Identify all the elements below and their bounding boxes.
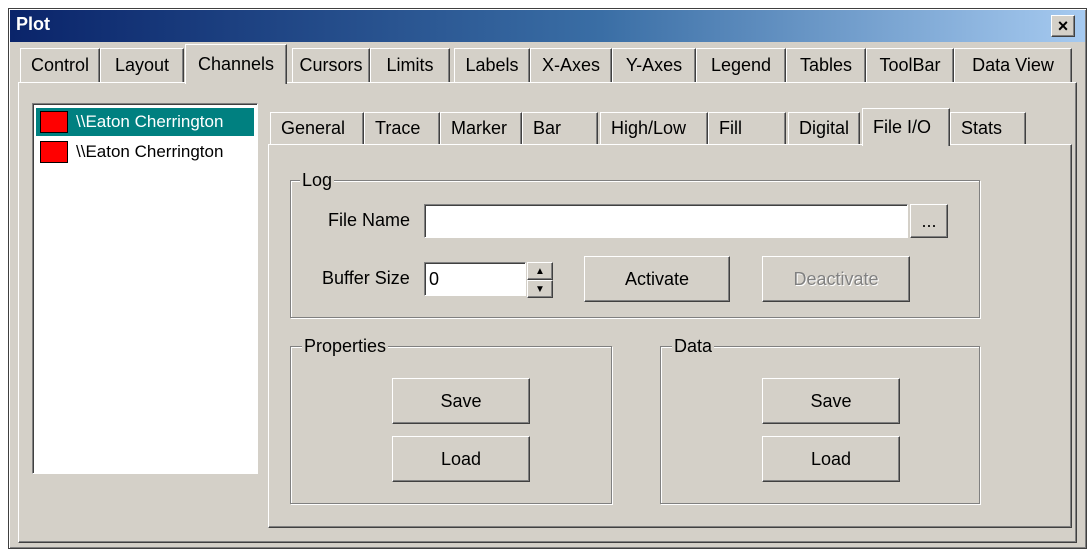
- properties-group-label: Properties: [302, 336, 389, 357]
- buffer-size-down-button[interactable]: ▼: [527, 280, 553, 298]
- tab-legend[interactable]: Legend: [696, 48, 786, 82]
- data-save-button[interactable]: Save: [762, 378, 900, 424]
- spin-up-icon: ▲: [535, 265, 545, 277]
- channel-label: \\Eaton Cherrington: [76, 142, 224, 161]
- tab-fill[interactable]: Fill: [708, 112, 786, 144]
- tab-bar[interactable]: Bar: [522, 112, 598, 144]
- tab-limits[interactable]: Limits: [370, 48, 450, 82]
- tab-labels[interactable]: Labels: [454, 48, 530, 82]
- ellipsis-icon: ...: [921, 210, 937, 231]
- tab-high-low[interactable]: High/Low: [600, 112, 708, 144]
- tab-trace[interactable]: Trace: [364, 112, 440, 144]
- title-bar[interactable]: [10, 10, 1085, 42]
- activate-button[interactable]: Activate: [584, 256, 730, 302]
- tab-file-io[interactable]: File I/O: [862, 108, 950, 146]
- close-icon: ×: [1057, 15, 1069, 36]
- channel-color-swatch: [40, 111, 68, 133]
- tab-data-view[interactable]: Data View: [954, 48, 1072, 82]
- tab-tables[interactable]: Tables: [786, 48, 866, 82]
- log-group-label: Log: [300, 170, 335, 191]
- data-group-label: Data: [672, 336, 715, 357]
- properties-load-button[interactable]: Load: [392, 436, 530, 482]
- tab-toolbar[interactable]: ToolBar: [866, 48, 954, 82]
- tab-control[interactable]: Control: [20, 48, 100, 82]
- buffer-size-label: Buffer Size: [322, 268, 410, 288]
- buffer-size-field[interactable]: 0: [424, 262, 526, 296]
- buffer-size-up-button[interactable]: ▲: [527, 262, 553, 280]
- properties-save-button[interactable]: Save: [392, 378, 530, 424]
- data-load-button[interactable]: Load: [762, 436, 900, 482]
- channel-color-swatch: [40, 141, 68, 163]
- browse-button[interactable]: ...: [910, 204, 948, 238]
- close-button[interactable]: ×: [1051, 15, 1075, 37]
- window-title: Plot: [16, 14, 50, 34]
- tab-digital[interactable]: Digital: [788, 112, 860, 144]
- tab-cursors[interactable]: Cursors: [292, 48, 370, 82]
- tab-marker[interactable]: Marker: [440, 112, 522, 144]
- deactivate-button[interactable]: Deactivate: [762, 256, 910, 302]
- tab-stats[interactable]: Stats: [950, 112, 1026, 144]
- list-item[interactable]: \\Eaton Cherrington: [36, 138, 254, 166]
- file-name-label: File Name: [328, 210, 411, 230]
- file-name-field[interactable]: [424, 204, 908, 238]
- tab-channels[interactable]: Channels: [185, 44, 287, 84]
- tab-y-axes[interactable]: Y-Axes: [612, 48, 696, 82]
- list-item[interactable]: \\Eaton Cherrington: [36, 108, 254, 136]
- tab-layout[interactable]: Layout: [100, 48, 184, 82]
- tab-x-axes[interactable]: X-Axes: [530, 48, 612, 82]
- tab-general[interactable]: General: [270, 112, 364, 144]
- channel-label: \\Eaton Cherrington: [76, 112, 224, 131]
- spin-down-icon: ▼: [535, 283, 545, 295]
